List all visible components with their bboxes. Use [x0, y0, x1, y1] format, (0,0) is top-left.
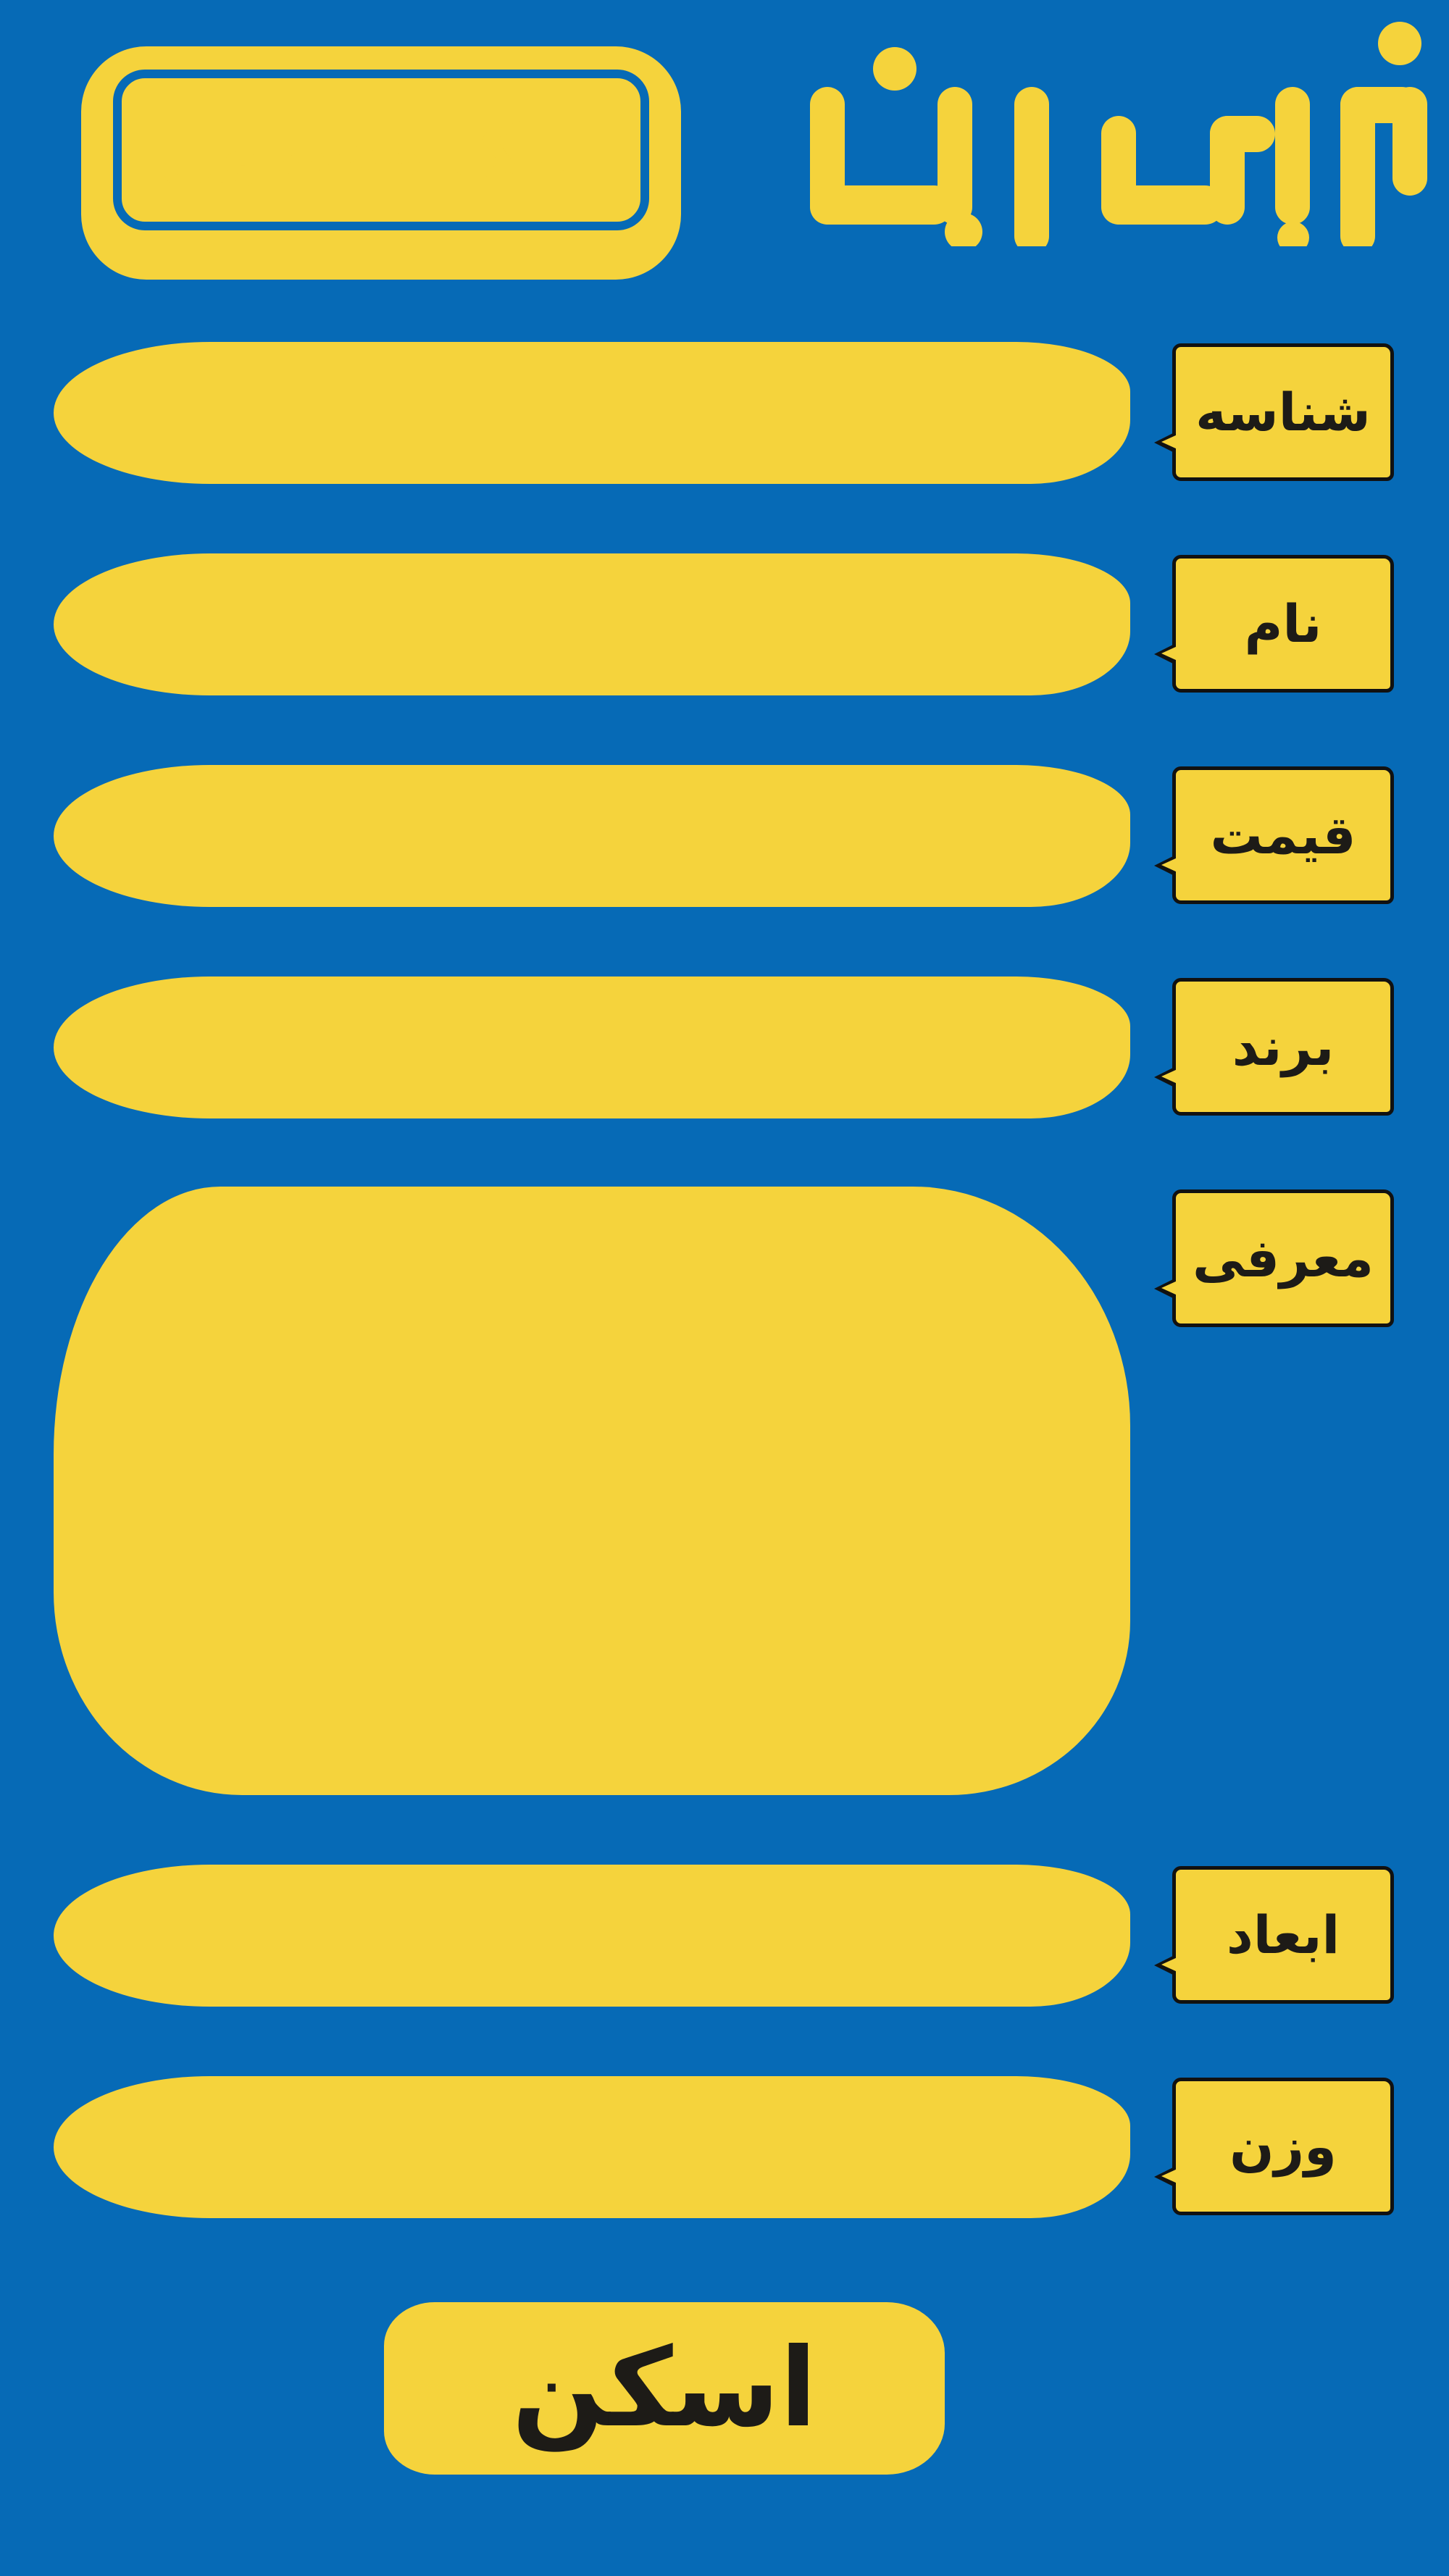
name-label: نام [1154, 555, 1394, 693]
product-link-button[interactable]: لینک محصول [113, 70, 649, 230]
id-field[interactable] [54, 342, 1130, 484]
logo-graphic [810, 22, 1427, 254]
name-field[interactable] [54, 553, 1130, 695]
price-label: قیمت [1154, 766, 1394, 904]
dimensions-input[interactable] [54, 1865, 1130, 2007]
name-input[interactable] [54, 553, 1130, 695]
id-label: شناسه [1154, 343, 1394, 481]
brand-logo [804, 14, 1427, 254]
description-textarea[interactable] [54, 1187, 1130, 1795]
id-input[interactable] [54, 342, 1130, 484]
description-field[interactable] [54, 1187, 1130, 1795]
weight-label: وزن [1154, 2078, 1394, 2215]
brand-label: برند [1154, 978, 1394, 1116]
brand-field[interactable] [54, 977, 1130, 1118]
weight-input[interactable] [54, 2076, 1130, 2218]
weight-field[interactable] [54, 2076, 1130, 2218]
price-input[interactable] [54, 765, 1130, 907]
dimensions-field[interactable] [54, 1865, 1130, 2007]
price-field[interactable] [54, 765, 1130, 907]
description-label: معرفی [1154, 1189, 1394, 1327]
dimensions-label: ابعاد [1154, 1866, 1394, 2004]
brand-input[interactable] [54, 977, 1130, 1118]
scan-button[interactable]: اسکن [384, 2302, 945, 2475]
